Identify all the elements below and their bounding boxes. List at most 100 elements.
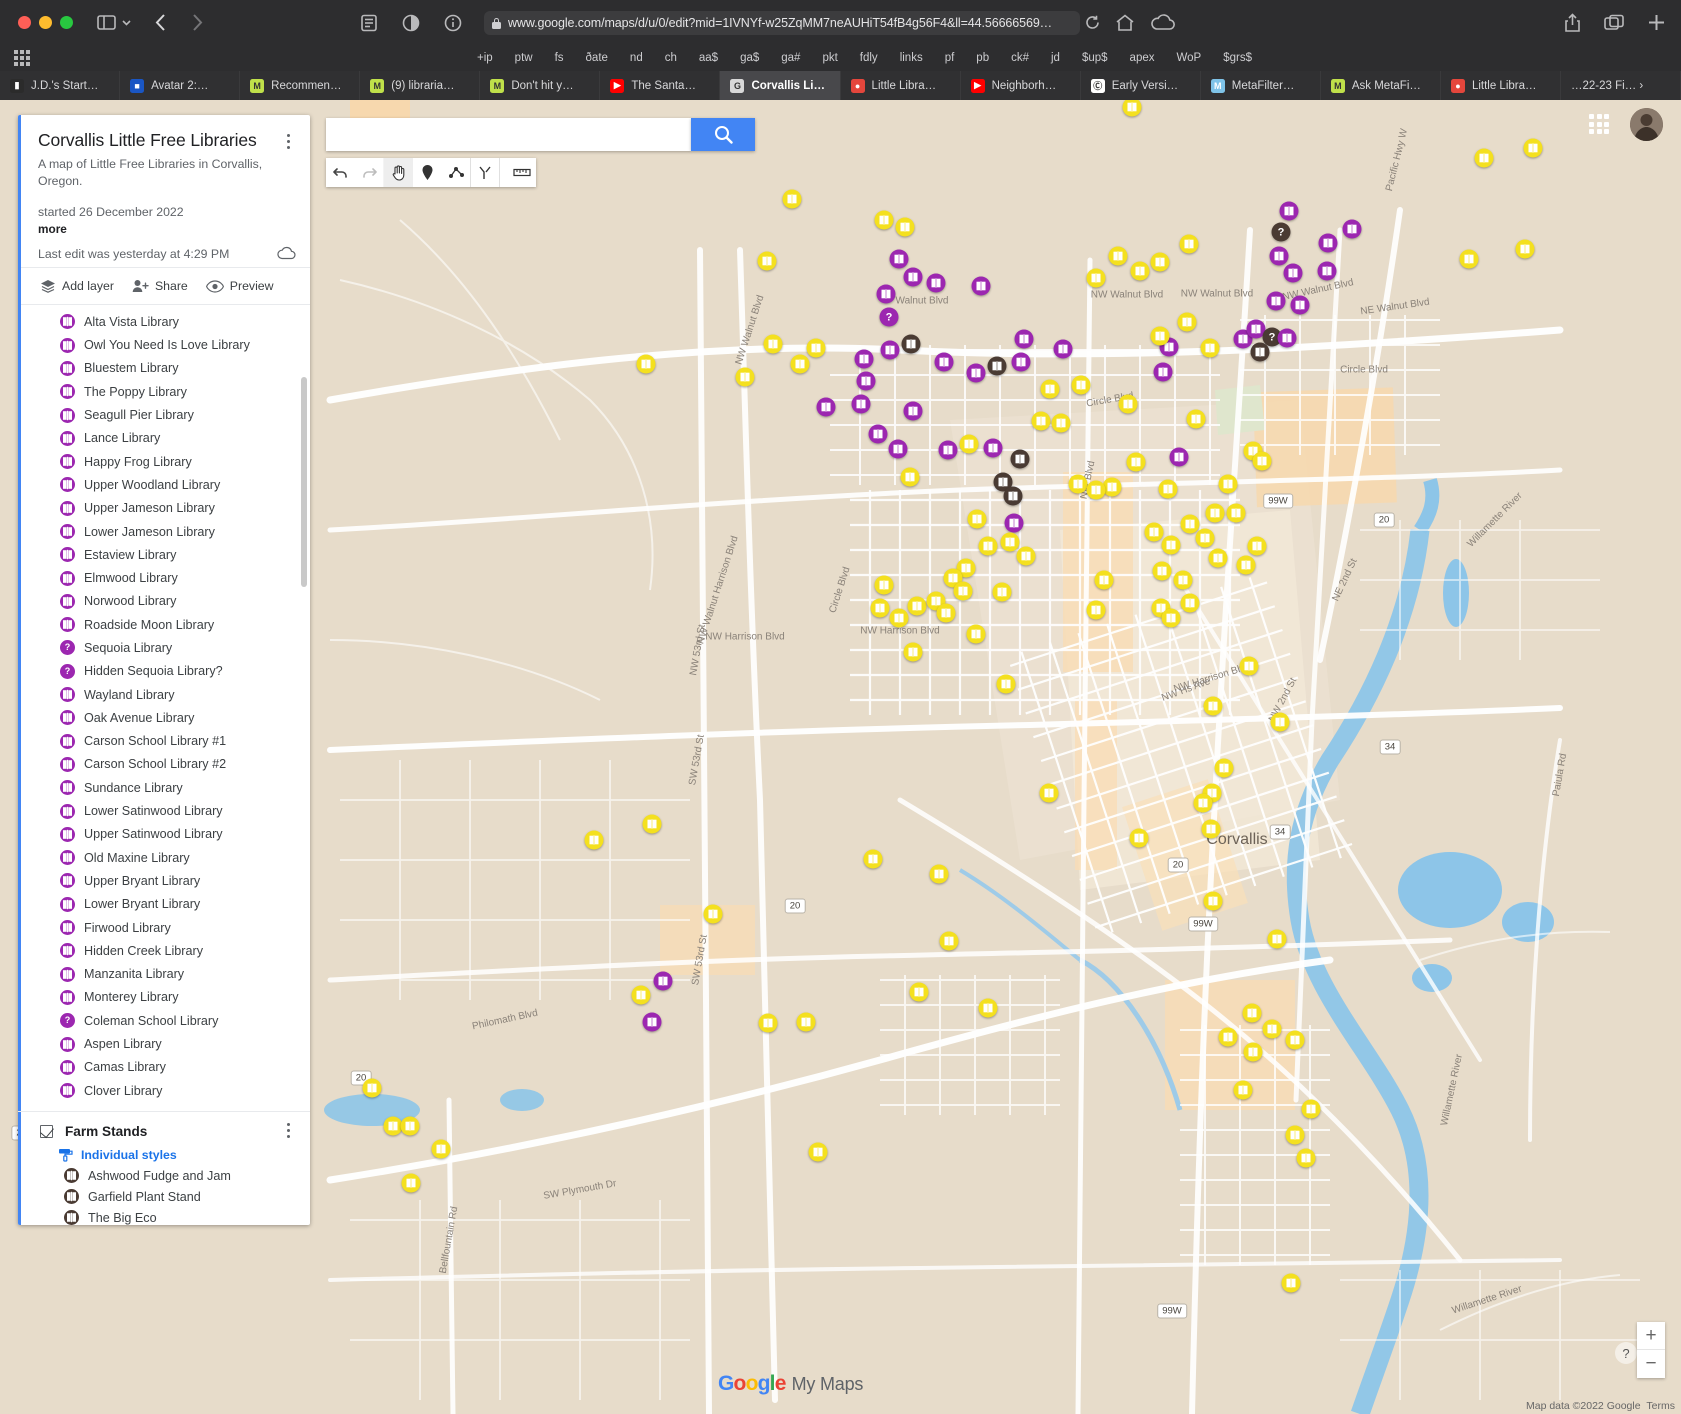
map-marker[interactable] [1153,362,1173,382]
list-item[interactable]: Lance Library [18,427,310,450]
list-item[interactable]: Seagull Pier Library [18,403,310,426]
add-directions-button[interactable] [471,158,500,187]
list-item[interactable]: Clover Library [18,1079,310,1102]
map-marker[interactable] [936,603,956,623]
farm-list-item[interactable]: Ashwood Fudge and Jam [40,1162,292,1183]
map-marker[interactable] [1180,514,1200,534]
map-marker[interactable] [903,642,923,662]
map-marker[interactable] [966,624,986,644]
map-marker[interactable] [1203,891,1223,911]
map-marker[interactable] [1169,447,1189,467]
map-marker[interactable] [1173,570,1193,590]
map-marker[interactable] [907,596,927,616]
browser-tab-12[interactable]: ● Little Libra… [1440,71,1562,100]
layer-list-scrollbar[interactable] [301,377,307,588]
map-marker[interactable] [851,394,871,414]
map-marker[interactable] [1193,793,1213,813]
add-marker-button[interactable] [413,158,442,187]
map-marker[interactable] [782,189,802,209]
tab-overview-icon[interactable] [1604,14,1624,32]
browser-tab-5[interactable]: ▶ The Santa… [600,71,721,100]
map-marker[interactable] [1031,411,1051,431]
map-marker[interactable] [934,352,954,372]
list-item[interactable]: Lower Satinwood Library [18,799,310,822]
map-marker[interactable] [1126,452,1146,472]
zoom-in-button[interactable]: + [1637,1322,1665,1350]
map-marker[interactable] [757,251,777,271]
search-input[interactable] [326,118,691,151]
terms-link[interactable]: Terms [1646,1400,1675,1412]
map-marker[interactable] [1152,561,1172,581]
map-marker[interactable] [971,276,991,296]
bookmark-12[interactable]: pf [934,52,966,64]
help-button[interactable]: ? [1615,1342,1637,1364]
toolbar-right-buttons[interactable] [1565,13,1665,32]
list-item[interactable]: ? Hidden Sequoia Library? [18,660,310,683]
map-marker[interactable] [895,217,915,237]
browser-tab-8[interactable]: ▶ Neighborh… [960,71,1081,100]
map-marker[interactable] [1218,1027,1238,1047]
map-marker[interactable] [909,982,929,1002]
bookmark-19[interactable]: $grs$ [1212,52,1263,64]
bookmark-7[interactable]: ga$ [729,52,770,64]
map-edit-toolbar[interactable] [326,158,536,187]
map-marker[interactable] [1266,291,1286,311]
map-marker[interactable] [735,367,755,387]
map-marker[interactable] [1086,268,1106,288]
map-marker[interactable] [1200,338,1220,358]
map-marker[interactable] [1523,138,1543,158]
map-marker[interactable] [642,1012,662,1032]
farm-stands-layer[interactable]: Farm Stands Individual styles Ashwood Fu… [18,1111,310,1225]
map-marker[interactable] [1236,555,1256,575]
bookmark-15[interactable]: jd [1040,52,1071,64]
search-button[interactable] [691,118,755,151]
list-item[interactable]: Hidden Creek Library [18,939,310,962]
bookmark-3[interactable]: ðate [575,52,619,64]
map-marker[interactable] [1203,696,1223,716]
reload-icon[interactable] [1085,15,1100,30]
map-marker[interactable] [1150,252,1170,272]
list-item[interactable]: Upper Woodland Library [18,473,310,496]
address-bar[interactable]: www.google.com/maps/d/u/0/edit?mid=1IVNY… [484,11,1080,35]
map-marker[interactable] [1144,522,1164,542]
map-marker[interactable] [1068,474,1088,494]
list-item[interactable]: Monterey Library [18,986,310,1009]
map-marker[interactable] [362,1078,382,1098]
map-marker[interactable] [1283,263,1303,283]
map-marker[interactable] [983,438,1003,458]
map-marker[interactable] [1118,394,1138,414]
map-marker[interactable] [1129,828,1149,848]
layer-list-scroll-area[interactable]: Alta Vista Library Owl You Need Is Love L… [18,305,310,1111]
list-item[interactable]: Bluestem Library [18,357,310,380]
map-marker[interactable] [900,467,920,487]
draw-line-button[interactable] [442,158,471,187]
icloud-icon[interactable] [1150,14,1176,32]
browser-tab-11[interactable]: M Ask MetaFi… [1320,71,1441,100]
list-item[interactable]: Old Maxine Library [18,846,310,869]
bookmark-10[interactable]: fdly [849,52,889,64]
avatar[interactable] [1630,108,1663,141]
map-marker[interactable] [1247,536,1267,556]
toolbar-center-buttons[interactable] [360,14,462,32]
map-marker[interactable] [1179,234,1199,254]
list-item[interactable]: Estaview Library [18,543,310,566]
list-item[interactable]: Norwood Library [18,590,310,613]
navigation-buttons[interactable] [155,14,203,31]
map-marker[interactable] [642,814,662,834]
farm-stands-kebab-menu-icon[interactable] [280,1120,296,1140]
map-marker[interactable] [1342,219,1362,239]
map-marker[interactable] [938,440,958,460]
map-marker[interactable] [939,931,959,951]
browser-tab-10[interactable]: M MetaFilter… [1200,71,1321,100]
map-marker[interactable] [978,998,998,1018]
list-item[interactable]: Elmwood Library [18,566,310,589]
preview-button[interactable]: Preview [205,279,274,293]
map-marker[interactable] [1301,1099,1321,1119]
map-legend-panel[interactable]: Corvallis Little Free Libraries A map of… [18,115,310,1225]
more-link[interactable]: more [38,222,292,236]
map-marker[interactable] [889,608,909,628]
bookmark-11[interactable]: links [889,52,934,64]
list-item[interactable]: Lower Bryant Library [18,893,310,916]
map-viewport[interactable]: Walnut Blvd NW Walnut Blvd NW Walnut Blvd N… [0,100,1681,1414]
map-marker[interactable] [876,284,896,304]
